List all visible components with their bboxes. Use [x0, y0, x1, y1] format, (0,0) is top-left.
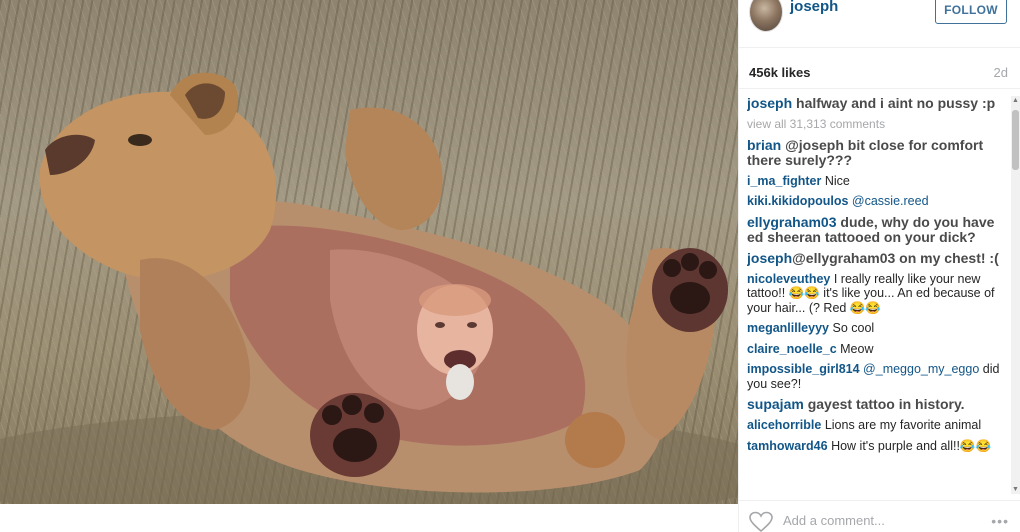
comment-username[interactable]: impossible_girl814	[747, 362, 860, 376]
comment-text: gayest tattoo in history.	[807, 396, 965, 412]
comment-text: Nice	[824, 173, 850, 188]
header-divider	[739, 47, 1020, 48]
comment-text: @joseph bit close for comfort there sure…	[747, 136, 984, 168]
comment-text: Lions are my favorite animal	[824, 418, 982, 432]
add-comment-input[interactable]: Add a comment...	[783, 513, 885, 528]
post-time-ago[interactable]: 2d	[994, 65, 1008, 80]
view-all-comments-link[interactable]: view all 31,313 comments	[747, 117, 1009, 132]
comment-username[interactable]: joseph	[747, 250, 792, 266]
comments-scrollbar[interactable]: ▲ ▼	[1011, 96, 1020, 494]
list-item: ellygraham03 dude, why do you have ed sh…	[747, 214, 1009, 245]
comment-username[interactable]: supajam	[747, 396, 804, 412]
list-item: alicehorrible Lions are my favorite anim…	[747, 418, 1009, 433]
avatar[interactable]	[749, 0, 783, 32]
comment-username[interactable]: joseph	[747, 96, 792, 111]
comment-username[interactable]: i_ma_fighter	[747, 174, 821, 188]
likes-count[interactable]: 456k likes	[749, 65, 810, 80]
comment-mention[interactable]: @ellygraham03	[792, 250, 895, 266]
comments-list: joseph halfway and i aint no pussy :p vi…	[747, 96, 1009, 494]
instagram-post-view: joseph FOLLOW 456k likes 2d joseph halfw…	[0, 0, 1020, 532]
post-sidebar: joseph FOLLOW 456k likes 2d joseph halfw…	[738, 0, 1020, 532]
comment-username[interactable]: kiki.kikidopoulos	[747, 194, 848, 208]
post-photo[interactable]	[0, 0, 738, 504]
list-item: nicoleveuthey I really really like your …	[747, 272, 1009, 316]
comment-text: So cool	[832, 321, 875, 335]
list-item: i_ma_fighter Nice	[747, 174, 1009, 189]
comment-text: Meow	[840, 341, 874, 356]
comment-username[interactable]: brian	[747, 137, 781, 153]
comment-username[interactable]: tamhoward46	[747, 439, 828, 453]
lion-photo-illustration	[0, 72, 738, 504]
comment-text: How it's purple and all!!😂😂	[831, 438, 992, 453]
post-header: joseph FOLLOW	[739, 0, 1020, 46]
list-item: kiki.kikidopoulos @cassie.reed	[747, 194, 1009, 209]
list-item: joseph@ellygraham03 on my chest! :(	[747, 249, 1009, 266]
list-item: meganlilleyyy So cool	[747, 321, 1009, 336]
comment-mention[interactable]: @cassie.reed	[852, 194, 929, 208]
comment-username[interactable]: ellygraham03	[747, 214, 837, 230]
scroll-down-arrow-icon[interactable]: ▼	[1011, 485, 1020, 494]
likes-divider	[739, 88, 1020, 89]
post-author-username[interactable]: joseph	[790, 0, 838, 15]
list-item: claire_noelle_c Meow	[747, 342, 1009, 357]
comment-username[interactable]: alicehorrible	[747, 418, 821, 432]
comment-username[interactable]: nicoleveuthey	[747, 272, 830, 286]
list-item: supajam gayest tattoo in history.	[747, 397, 1009, 412]
heart-icon[interactable]	[749, 511, 773, 532]
follow-button[interactable]: FOLLOW	[935, 0, 1007, 24]
comment-text: halfway and i aint no pussy :p	[796, 96, 996, 111]
comment-text: on my chest! :(	[899, 249, 999, 266]
list-item: brian @joseph bit close for comfort ther…	[747, 136, 1009, 168]
list-item: impossible_girl814 @_meggo_my_eggo did y…	[747, 362, 1009, 391]
comment-username[interactable]: claire_noelle_c	[747, 342, 837, 356]
caption-comment: joseph halfway and i aint no pussy :p	[747, 96, 1009, 111]
photo-bottom-strip	[0, 504, 738, 532]
scroll-up-arrow-icon[interactable]: ▲	[1011, 96, 1020, 105]
comment-footer: Add a comment... •••	[739, 500, 1020, 532]
comment-username[interactable]: meganlilleyyy	[747, 321, 829, 335]
scrollbar-thumb[interactable]	[1012, 110, 1019, 170]
comment-mention[interactable]: @_meggo_my_eggo	[863, 362, 979, 376]
more-options-icon[interactable]: •••	[991, 513, 1009, 529]
list-item: tamhoward46 How it's purple and all!!😂😂	[747, 439, 1009, 454]
